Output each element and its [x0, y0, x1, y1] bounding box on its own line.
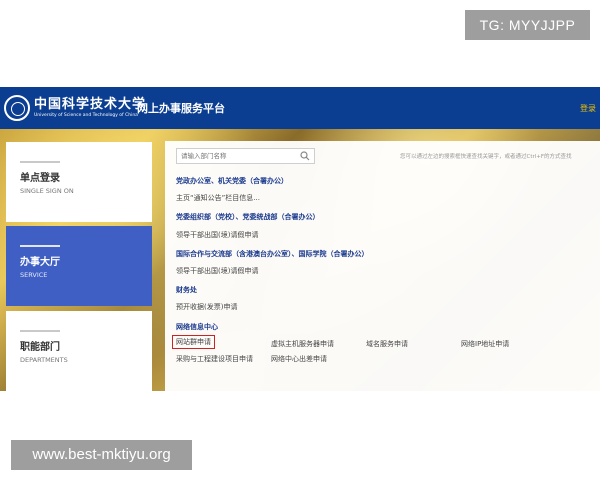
nav-departments[interactable]: 职能部门 DEPARTMENTS	[6, 311, 152, 391]
service-link[interactable]: 采购与工程建设项目申请	[176, 354, 253, 364]
nav-divider	[20, 161, 60, 163]
search-icon[interactable]	[300, 151, 310, 161]
nav-label-cn: 职能部门	[20, 342, 60, 353]
watermark-site: www.best-mktiyu.org	[11, 440, 192, 470]
service-link[interactable]: 虚拟主机服务器申请	[271, 339, 334, 349]
logo-chinese-name: 中国科学技术大学	[34, 97, 147, 112]
service-link[interactable]: 领导干部出国(境)请假申请	[176, 266, 258, 276]
login-link[interactable]: 登录	[580, 103, 596, 114]
department-search	[176, 148, 315, 164]
university-seal-icon	[4, 95, 30, 121]
service-link[interactable]: 网络中心出差申请	[271, 354, 327, 364]
watermark-tag: TG: MYYJJPP	[465, 10, 590, 40]
section-title-finance: 财务处	[176, 286, 197, 294]
service-link-highlighted[interactable]: 网站群申请	[172, 335, 215, 349]
department-search-input[interactable]	[177, 149, 295, 163]
site-header: 中国科学技术大学 University of Science and Techn…	[0, 87, 600, 129]
nav-service[interactable]: 办事大厅 SERVICE	[6, 226, 152, 306]
search-hint: 您可以通过左边的搜索框快速查找关键字，或者通过Ctrl+F的方式查找	[400, 154, 572, 160]
logo-english-name: University of Science and Technology of …	[34, 113, 138, 118]
nav-divider	[20, 330, 60, 332]
service-link[interactable]: 网络IP地址申请	[461, 339, 509, 349]
service-link[interactable]: 预开收据(发票)申请	[176, 302, 237, 312]
nav-label-en: SINGLE SIGN ON	[20, 187, 74, 195]
nav-label-en: SERVICE	[20, 271, 48, 279]
section-title-international-dept: 国际合作与交流部（含港澳台办公室）、国际学院（合署办公）	[176, 250, 369, 258]
nav-divider	[20, 245, 60, 247]
nav-label-cn: 办事大厅	[20, 257, 60, 268]
site-title: 网上办事服务平台	[137, 102, 225, 115]
nav-label-cn: 单点登录	[20, 173, 60, 184]
service-panel: 您可以通过左边的搜索框快速查找关键字，或者通过Ctrl+F的方式查找 党政办公室…	[165, 141, 600, 391]
university-logo[interactable]: 中国科学技术大学 University of Science and Techn…	[4, 91, 146, 125]
nav-label-en: DEPARTMENTS	[20, 356, 68, 364]
section-title-network-center: 网络信息中心	[176, 323, 218, 331]
nav-single-sign-on[interactable]: 单点登录 SINGLE SIGN ON	[6, 142, 152, 222]
page: 中国科学技术大学 University of Science and Techn…	[0, 0, 600, 480]
section-title-party-office: 党政办公室、机关党委（合署办公）	[176, 177, 288, 185]
section-title-organization-dept: 党委组织部（党校）、党委统战部（合署办公）	[176, 213, 320, 221]
service-link[interactable]: 主页“通知公告”栏目信息...	[176, 193, 260, 203]
service-link[interactable]: 域名服务申请	[366, 339, 408, 349]
service-link[interactable]: 领导干部出国(境)请假申请	[176, 230, 258, 240]
